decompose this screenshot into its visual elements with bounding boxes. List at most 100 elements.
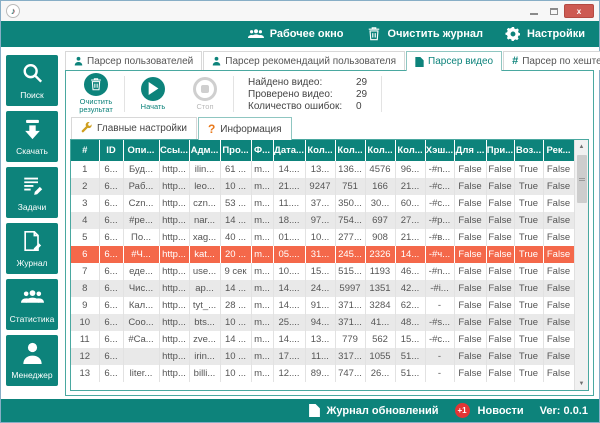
table-cell: 30... (365, 195, 395, 212)
table-row[interactable]: 86...Чис...http...ap...14 ...m...14....2… (71, 280, 574, 297)
table-cell: http... (159, 229, 189, 246)
table-cell: 27... (395, 212, 425, 229)
table-cell: 371... (335, 297, 365, 314)
table-row[interactable]: 76...еде...http...use...9 секm...10....1… (71, 263, 574, 280)
table-row[interactable]: 106...Соо...http...bts...10 ...m...25...… (71, 314, 574, 331)
table-cell: 12 (71, 348, 99, 365)
table-cell: False (454, 297, 486, 314)
tab-1[interactable]: Парсер рекомендаций пользователя (203, 51, 405, 70)
column-header[interactable]: Для ... (454, 140, 486, 161)
column-header[interactable]: Дата... (273, 140, 305, 161)
scrollbar-thumb[interactable] (577, 155, 587, 203)
stat-row-0: Найдено видео:29 (248, 77, 367, 88)
scrollbar-up-button[interactable]: ▲ (575, 140, 588, 153)
gear-icon (505, 27, 521, 41)
column-header[interactable]: Кол... (305, 140, 335, 161)
sidebar-item-0[interactable]: Поиск (6, 55, 58, 106)
table-cell: False (486, 246, 514, 263)
table-row[interactable]: 136...liter...http...billi...10 ...m...1… (71, 365, 574, 382)
table-cell: 14 ... (220, 331, 251, 348)
content-area: Парсер пользователей Парсер рекомендаций … (63, 47, 599, 399)
hash-icon: # (512, 55, 518, 67)
table-cell: 10 ... (220, 348, 251, 365)
table-row[interactable]: 16...Буд...http...ilin...61 ...m...14...… (71, 161, 574, 178)
sidebar-item-1[interactable]: Скачать (6, 111, 58, 162)
table-row[interactable]: 26...Раб...http...leo...10 ...m...21....… (71, 178, 574, 195)
table-row[interactable]: 46...#ре...http...nar...14 ...m...18....… (71, 212, 574, 229)
close-button[interactable]: x (564, 4, 594, 18)
table-cell: 166 (365, 178, 395, 195)
table-cell: 11 (71, 331, 99, 348)
table-cell: ap... (189, 280, 220, 297)
table-row[interactable]: 96...Кал...http...tyt_...28 ...m...14...… (71, 297, 574, 314)
table-cell: -#c... (425, 195, 454, 212)
version-label: Ver: 0.0.1 (540, 405, 588, 417)
column-header[interactable]: Ссы... (159, 140, 189, 161)
header-item-1[interactable]: Очистить журнал (366, 27, 483, 41)
column-header[interactable]: Воз... (514, 140, 543, 161)
tab-3[interactable]: #Парсер по хештегам (503, 51, 600, 70)
table-cell: 21... (395, 229, 425, 246)
column-header[interactable]: Кол... (395, 140, 425, 161)
sidebar-item-3[interactable]: Журнал (6, 223, 58, 274)
subtab-1[interactable]: ?Информация (198, 117, 292, 140)
table-cell: 1351 (365, 280, 395, 297)
table-cell: 754... (335, 212, 365, 229)
column-header[interactable]: # (71, 140, 99, 161)
table-row[interactable]: 56...По...http...xag...40 ...m...01....1… (71, 229, 574, 246)
table-cell: False (486, 365, 514, 382)
column-header[interactable]: Опи... (123, 140, 159, 161)
vertical-scrollbar[interactable]: ▲ ▼ (574, 140, 588, 390)
scrollbar-down-button[interactable]: ▼ (575, 377, 588, 390)
table-cell: 14.... (273, 297, 305, 314)
table-cell: 14... (395, 246, 425, 263)
tab-0[interactable]: Парсер пользователей (65, 51, 202, 70)
column-header[interactable]: ID (99, 140, 123, 161)
table-cell: -#ч... (425, 246, 454, 263)
column-header[interactable]: При... (486, 140, 514, 161)
clear-result-button[interactable]: Очистить результат (70, 73, 122, 115)
table-cell: True (514, 314, 543, 331)
header-item-2[interactable]: Настройки (505, 27, 585, 41)
scrollbar-grip-icon (579, 178, 585, 181)
titlebar: ♪ x (1, 1, 599, 21)
stop-button[interactable]: Стоп (179, 73, 231, 115)
sidebar-item-4[interactable]: Статистика (6, 279, 58, 330)
column-header[interactable]: Кол... (335, 140, 365, 161)
column-header[interactable]: Кол... (365, 140, 395, 161)
table-cell: 61 ... (220, 161, 251, 178)
update-log-link[interactable]: Журнал обновлений (309, 404, 438, 417)
table-row[interactable]: 66...#Ч...http...kat...20 ...m...05....3… (71, 246, 574, 263)
table-row[interactable]: 36...Czn...http...czn...53 ...m...11....… (71, 195, 574, 212)
table-cell: http... (159, 246, 189, 263)
update-log-label: Журнал обновлений (326, 405, 438, 417)
table-cell: 747... (335, 365, 365, 382)
table-cell: False (454, 195, 486, 212)
table-cell: 6... (99, 365, 123, 382)
sidebar-item-2[interactable]: Задачи (6, 167, 58, 218)
tab-label: Парсер пользователей (87, 56, 193, 67)
toolbar-separator (124, 76, 125, 112)
table-cell: 62... (395, 297, 425, 314)
column-header[interactable]: Про... (220, 140, 251, 161)
column-header[interactable]: Хэш... (425, 140, 454, 161)
header-item-0[interactable]: Рабочее окно (248, 27, 344, 41)
table-cell: 371... (335, 314, 365, 331)
subtab-0[interactable]: Главные настройки (71, 117, 197, 139)
minimize-button[interactable] (524, 4, 544, 18)
column-header[interactable]: Адм... (189, 140, 220, 161)
maximize-button[interactable] (544, 4, 564, 18)
table-cell: - (425, 365, 454, 382)
table-row[interactable]: 116...#Ca...http...zve...14 ...m...14...… (71, 331, 574, 348)
news-link[interactable]: Новости (478, 405, 524, 417)
table-row[interactable]: 126...http...irin...10 ...m...17....11..… (71, 348, 574, 365)
sidebar-item-5[interactable]: Менеджер (6, 335, 58, 386)
tab-2[interactable]: Парсер видео (406, 51, 502, 71)
column-header[interactable]: Ф... (251, 140, 273, 161)
table-cell: False (454, 331, 486, 348)
table-cell: 697 (365, 212, 395, 229)
table-cell: False (454, 161, 486, 178)
column-header[interactable]: Рек... (543, 140, 574, 161)
start-button[interactable]: Начать (127, 73, 179, 115)
table-cell: kat... (189, 246, 220, 263)
